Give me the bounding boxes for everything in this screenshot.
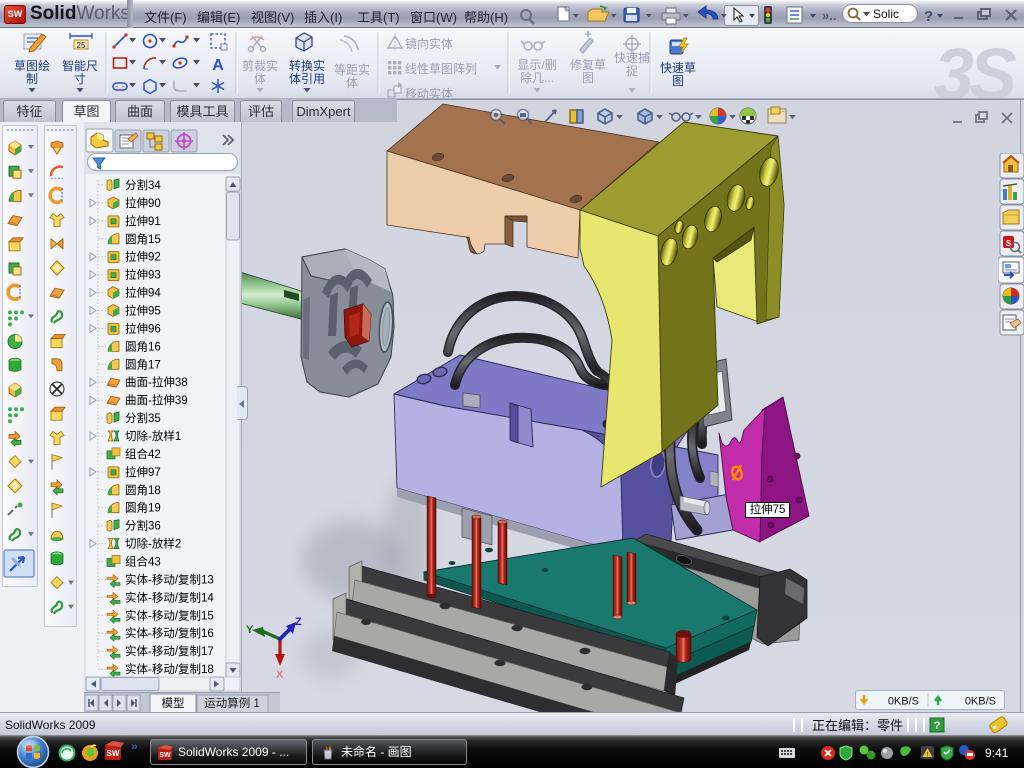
- svg-text:实体-移动/复制15: 实体-移动/复制15: [125, 608, 214, 622]
- svg-text:圆角19: 圆角19: [125, 502, 161, 515]
- svg-text:»..: »..: [822, 8, 836, 23]
- svg-text:显示/删: 显示/删: [517, 58, 556, 72]
- svg-text:A: A: [212, 57, 224, 74]
- svg-text:Y: Y: [246, 624, 254, 636]
- svg-text:正在编辑：零件: 正在编辑：零件: [812, 718, 903, 733]
- svg-text:SW: SW: [159, 752, 171, 759]
- svg-text:图: 图: [672, 74, 684, 88]
- svg-text:圆角18: 圆角18: [125, 484, 161, 497]
- svg-text:实体-移动/复制14: 实体-移动/复制14: [125, 590, 214, 604]
- svg-text:拉伸95: 拉伸95: [125, 304, 161, 318]
- svg-text:转换实: 转换实: [289, 58, 325, 73]
- svg-text:?: ?: [934, 720, 941, 732]
- svg-text:拉伸91: 拉伸91: [125, 214, 161, 228]
- svg-text:剪裁实: 剪裁实: [242, 58, 278, 73]
- svg-text:捉: 捉: [626, 63, 638, 78]
- svg-text:智能尺: 智能尺: [62, 58, 98, 73]
- svg-text:切除-放样1: 切除-放样1: [125, 429, 181, 443]
- svg-text:制: 制: [26, 72, 38, 86]
- svg-text:组合42: 组合42: [125, 447, 161, 461]
- svg-text:等距实: 等距实: [334, 62, 370, 77]
- svg-text:分割34: 分割34: [125, 178, 161, 192]
- svg-text:实体-移动/复制18: 实体-移动/复制18: [125, 662, 214, 676]
- svg-text:9:41: 9:41: [985, 746, 1009, 760]
- svg-text:分割35: 分割35: [125, 411, 161, 425]
- svg-text:切除-放样2: 切除-放样2: [125, 537, 181, 551]
- svg-text:X: X: [276, 669, 284, 681]
- svg-text:体引用: 体引用: [289, 72, 325, 86]
- svg-text:体: 体: [346, 76, 358, 90]
- svg-text:圆角15: 圆角15: [125, 233, 161, 246]
- svg-text:实体-移动/复制13: 实体-移动/复制13: [125, 573, 214, 587]
- svg-text:图: 图: [582, 71, 594, 85]
- svg-text:拉伸90: 拉伸90: [125, 196, 161, 210]
- svg-text:镜向实体: 镜向实体: [405, 36, 453, 51]
- svg-text:模型: 模型: [162, 696, 185, 710]
- svg-text:拉伸97: 拉伸97: [125, 465, 161, 479]
- svg-text:草图绘: 草图绘: [14, 58, 50, 73]
- svg-text:组合43: 组合43: [125, 555, 161, 569]
- svg-text:实体-移动/复制16: 实体-移动/复制16: [125, 626, 214, 640]
- svg-text:修复草: 修复草: [570, 57, 606, 72]
- svg-text:25: 25: [77, 41, 86, 50]
- svg-text:0KB/S: 0KB/S: [888, 696, 919, 708]
- svg-text:实体-移动/复制17: 实体-移动/复制17: [125, 644, 214, 658]
- svg-text:快速捕: 快速捕: [614, 50, 650, 65]
- svg-text:拉伸96: 拉伸96: [125, 321, 161, 335]
- svg-text:曲面-拉伸39: 曲面-拉伸39: [125, 393, 188, 407]
- svg-text:除几...: 除几...: [520, 70, 554, 85]
- svg-text:体: 体: [254, 72, 266, 86]
- svg-text:0KB/S: 0KB/S: [965, 696, 996, 708]
- svg-text:SW: SW: [107, 749, 120, 758]
- svg-text:拉伸93: 拉伸93: [125, 268, 161, 282]
- svg-text:?: ?: [924, 8, 933, 25]
- svg-text:快速草: 快速草: [660, 61, 696, 75]
- svg-text:Z: Z: [295, 616, 302, 628]
- svg-text:线性草图阵列: 线性草图阵列: [405, 62, 477, 76]
- svg-text:圆角16: 圆角16: [125, 340, 161, 353]
- svg-text:寸: 寸: [74, 72, 86, 86]
- svg-text:运动算例 1: 运动算例 1: [204, 696, 260, 710]
- svg-text:曲面-拉伸38: 曲面-拉伸38: [125, 375, 188, 389]
- svg-text:分割36: 分割36: [125, 519, 161, 533]
- svg-text:»: »: [131, 739, 138, 753]
- svg-text:拉伸94: 拉伸94: [125, 286, 161, 300]
- svg-text:拉伸92: 拉伸92: [125, 250, 161, 264]
- svg-text:圆角17: 圆角17: [125, 358, 161, 371]
- svg-text:移动实体: 移动实体: [405, 86, 453, 99]
